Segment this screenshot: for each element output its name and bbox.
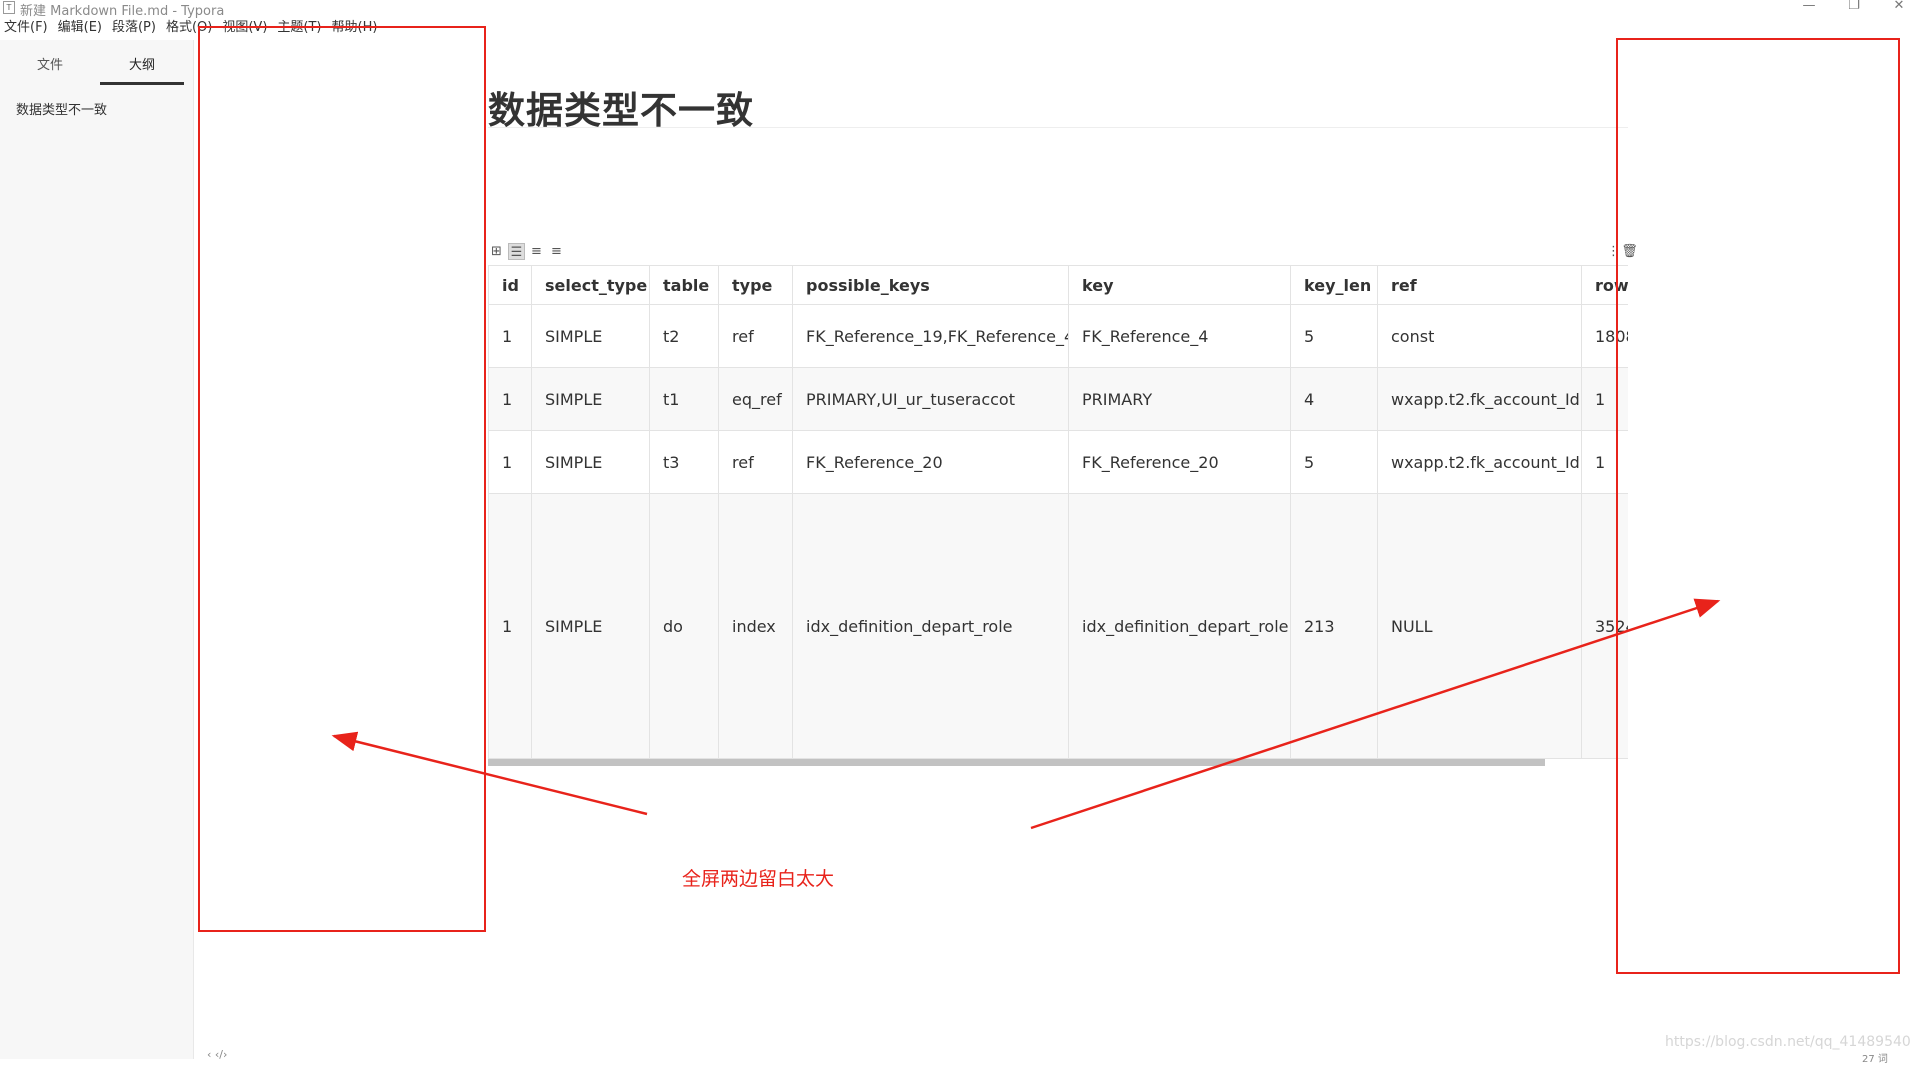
annotation-note: 全屏两边留白太大	[682, 868, 835, 890]
watermark: https://blog.csdn.net/qq_41489540	[1665, 1034, 1911, 1050]
status-bar-nav-icons[interactable]: ‹ ‹/›	[207, 1048, 227, 1061]
arrow-left	[331, 731, 648, 816]
word-count: 27 词	[1862, 1054, 1888, 1065]
arrow-right	[1030, 598, 1721, 830]
annotation-arrows	[331, 598, 1721, 830]
